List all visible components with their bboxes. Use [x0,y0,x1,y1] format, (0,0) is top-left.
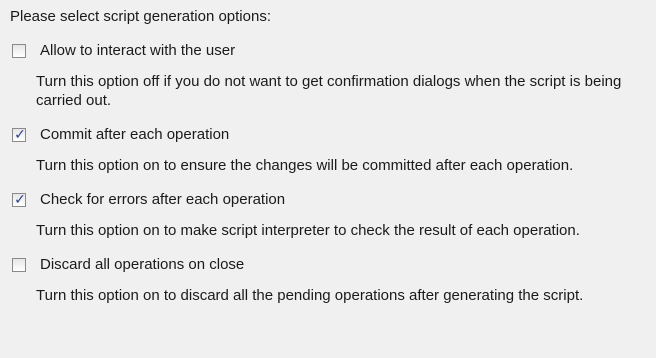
script-options-panel: Please select script generation options:… [0,0,656,358]
check-errors-checkbox-row[interactable]: ✓ Check for errors after each operation [12,189,646,211]
check-errors-label[interactable]: Check for errors after each operation [40,191,285,209]
check-mark-icon: ✓ [14,127,26,143]
commit-each-checkbox[interactable]: ✓ [12,127,26,143]
discard-on-close-checkbox-row[interactable]: Discard all operations on close [12,254,646,276]
check-mark-icon: ✓ [14,192,26,208]
discard-on-close-label[interactable]: Discard all operations on close [40,256,244,274]
option-commit-each: ✓ Commit after each operation Turn this … [10,124,646,175]
discard-on-close-description: Turn this option on to discard all the p… [36,287,584,304]
commit-each-description: Turn this option on to ensure the change… [36,157,574,174]
allow-interact-checkbox-row[interactable]: Allow to interact with the user [12,40,646,62]
commit-each-label[interactable]: Commit after each operation [40,126,229,144]
allow-interact-label[interactable]: Allow to interact with the user [40,42,235,60]
allow-interact-description: Turn this option off if you do not want … [36,73,622,109]
allow-interact-checkbox[interactable] [12,44,26,58]
check-errors-description: Turn this option on to make script inter… [36,222,580,239]
commit-each-checkbox-row[interactable]: ✓ Commit after each operation [12,124,646,146]
option-discard-on-close: Discard all operations on close Turn thi… [10,254,646,305]
discard-on-close-checkbox[interactable] [12,258,26,272]
check-errors-checkbox[interactable]: ✓ [12,192,26,208]
option-allow-interact: Allow to interact with the user Turn thi… [10,40,646,110]
option-check-errors: ✓ Check for errors after each operation … [10,189,646,240]
intro-text: Please select script generation options: [10,8,271,25]
